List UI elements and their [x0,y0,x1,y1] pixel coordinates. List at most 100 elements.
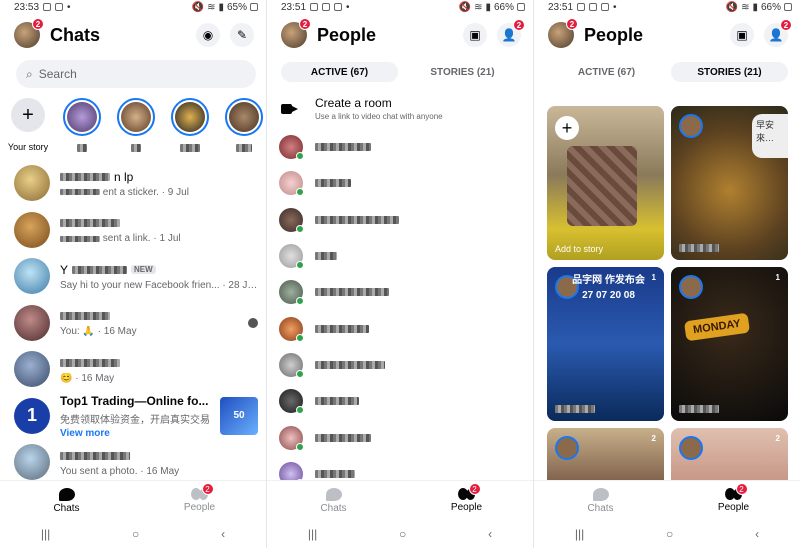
profile-avatar[interactable]: 2 [14,18,44,48]
your-story[interactable]: + Your story [8,98,48,154]
home-icon[interactable]: ○ [132,527,139,541]
redacted-text [315,360,385,369]
back-icon[interactable]: ‹ [221,527,225,541]
contacts-button[interactable]: ▣ [730,23,754,47]
profile-avatar[interactable]: 2 [281,18,311,48]
story-card[interactable]: 1 品字网 作发布会 27 07 20 08 [547,267,664,421]
view-more-link[interactable]: View more [60,428,210,439]
tab-stories[interactable]: STORIES (21) [404,62,521,82]
tab-people[interactable]: 2 People [667,481,800,520]
story-item[interactable] [224,98,264,154]
redacted-text [180,143,200,152]
story-item[interactable] [62,98,102,154]
story-item[interactable] [116,98,156,154]
story-ring [225,98,263,136]
tab-stories[interactable]: STORIES (21) [671,62,788,82]
chat-row[interactable]: n lp ent a sticker. · 9 Jul [0,160,266,207]
page-title: Chats [50,24,101,45]
search-input[interactable]: ⌕ Search [16,60,256,88]
chat-name: Y NEW [60,262,258,278]
person-row[interactable] [267,419,533,455]
story-thumbnail [175,102,205,132]
status-time: 23:53 [14,1,40,13]
redacted-text [60,172,110,181]
person-row[interactable] [267,238,533,274]
back-icon[interactable]: ‹ [488,527,492,541]
more-icon: • [346,1,350,13]
chat-name-text: n lp [114,169,134,184]
story-ring [117,98,155,136]
chat-row[interactable]: You sent a photo. · 16 May [0,439,266,486]
tab-chats[interactable]: Chats [267,481,400,520]
compose-button[interactable]: ✎ [230,23,254,47]
ad-image[interactable]: 50 [220,396,258,435]
room-subtitle: Use a link to video chat with anyone [315,112,443,121]
avatar [279,352,304,378]
back-icon[interactable]: ‹ [755,527,759,541]
battery-icon [250,3,258,11]
chat-time: · 9 Jul [161,186,189,198]
person-row[interactable] [267,202,533,238]
person-row[interactable] [267,274,533,310]
home-icon[interactable]: ○ [666,527,673,541]
create-room[interactable]: Create a room Use a link to video chat wi… [267,82,533,127]
tab-active[interactable]: ACTIVE (67) [281,62,398,82]
wifi-icon: ≋ [207,1,216,13]
stories-row: + Your story [0,88,266,154]
avatar [279,207,304,233]
header: 2 People ▣ 👤 2 [267,14,533,56]
person-row[interactable] [267,129,533,165]
battery-icon [784,3,792,11]
story-card[interactable]: 1 MONDAY [671,267,788,421]
ad-image-text: 50 [233,410,245,422]
tab-people[interactable]: 2 People [133,481,266,520]
redacted-text [315,252,337,261]
home-icon[interactable]: ○ [399,527,406,541]
chat-time: · 16 May [140,465,180,477]
chat-preview: Say hi to your new Facebook frien... · 2… [60,280,258,291]
avatar [279,244,304,270]
recents-icon[interactable]: ||| [41,527,50,541]
profile-avatar[interactable]: 2 [548,18,578,48]
chat-row[interactable]: sent a link. · 1 Jul [0,207,266,254]
ad-row[interactable]: 1 Top1 Trading—Online fo...Ad 免费领取体验资金，开启… [0,393,266,440]
person-row[interactable] [267,383,533,419]
chat-preview: 😊 · 16 May [60,373,258,384]
story-count: 1 [775,273,780,282]
tab-people[interactable]: 2 People [400,481,533,520]
camera-button[interactable]: ◉ [196,23,220,47]
people-active-screen: 23:51 • 🔇 ≋ ▮ 66% 2 People ▣ 👤 2 ACTIVE (67) … [267,0,533,548]
story-card[interactable]: 早安 來… [671,106,788,260]
redacted-text [679,405,719,413]
recents-icon[interactable]: ||| [575,527,584,541]
tab-badge: 2 [735,483,748,495]
redacted-text [315,397,359,406]
avatar [14,165,50,202]
chat-row[interactable]: Y NEW Say hi to your new Facebook frien...… [0,253,266,300]
add-contact-button[interactable]: 👤 2 [764,19,792,47]
contacts-button[interactable]: ▣ [463,23,487,47]
recents-icon[interactable]: ||| [308,527,317,541]
person-row[interactable] [267,165,533,201]
bottom-tab-bar: Chats 2 People [534,480,800,520]
mute-icon: 🔇 [458,1,472,13]
chat-row[interactable]: You: 🙏 · 16 May [0,300,266,347]
tab-chats[interactable]: Chats [534,481,667,520]
add-story-card[interactable]: + Add to story [547,106,664,260]
avatar [279,316,304,342]
person-row[interactable] [267,310,533,346]
tab-chats[interactable]: Chats [0,481,133,520]
story-avatar [679,114,703,138]
story-count: 2 [775,434,780,443]
search-placeholder: Search [38,67,77,81]
tab-active[interactable]: ACTIVE (67) [548,62,665,82]
profile-badge: 2 [299,18,311,30]
redacted-text [555,405,595,413]
system-nav-bar: ||| ○ ‹ [267,520,533,548]
redacted-text [315,288,389,297]
person-row[interactable] [267,347,533,383]
chat-row[interactable]: 😊 · 16 May [0,346,266,393]
add-person-icon: 👤 [501,28,517,42]
add-contact-button[interactable]: 👤 2 [497,19,525,47]
story-item[interactable] [170,98,210,154]
